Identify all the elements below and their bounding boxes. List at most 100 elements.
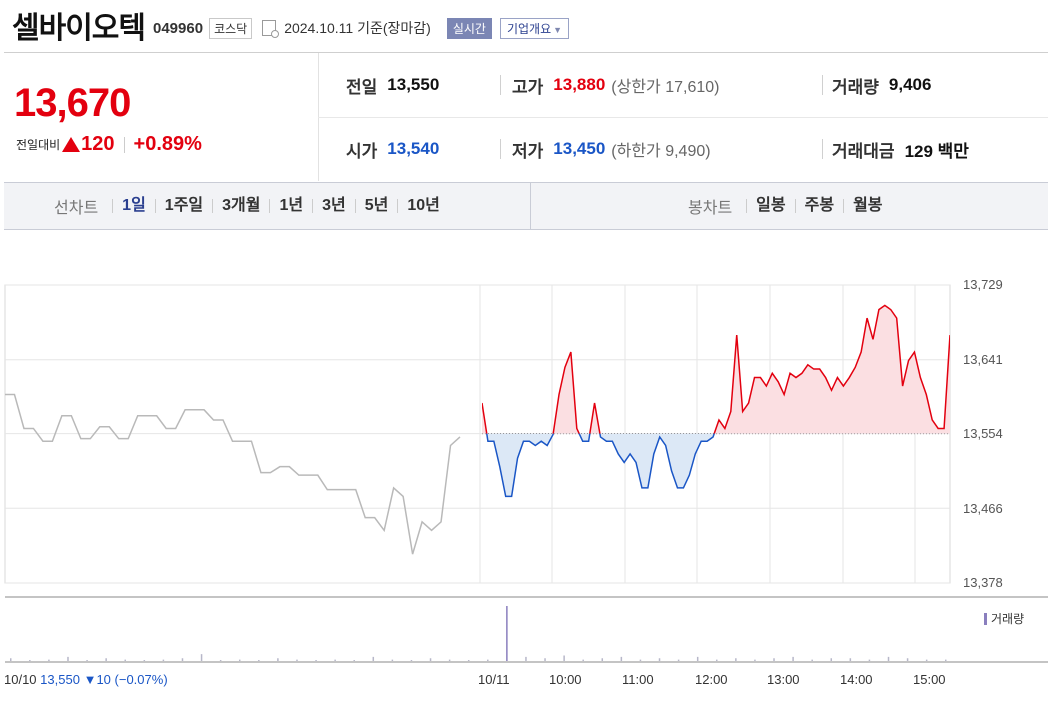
volume-bar [105,658,107,661]
volume-bar [181,658,184,661]
tab-10y[interactable]: 10년 [397,198,449,214]
stock-name: 셀바이오텍 [12,12,146,45]
y-tick-label: 13,641 [963,352,1003,367]
volume-bar [124,659,126,661]
price-chart-svg [4,284,1048,663]
realtime-button[interactable]: 실시간 [446,17,492,39]
volume-bar [10,658,12,661]
low-value: 13,450 [553,139,606,158]
volume-bar [238,659,241,661]
volume-bar [945,659,947,661]
amount-cell: 거래대금 129 백만 [832,117,969,181]
prev-day-change-pct: (−0.07%) [114,672,168,687]
up-triangle-icon [62,137,81,152]
prev-close-cell: 전일 13,550 [346,53,439,117]
volume-bar [143,660,146,661]
volume-bar [677,659,680,661]
company-overview-label: 기업개요 [506,21,552,36]
volume-bar [811,659,813,661]
volume-bar [735,658,737,661]
stock-header: 셀바이오텍 049960 코스닥 2024.10.11 기준(장마감) 실시간 … [12,8,570,45]
prev-day-change: 10 [96,672,111,687]
tab-monthly-candle[interactable]: 월봉 [843,198,891,214]
low-cell: 저가 13,450 (하한가 9,490) [512,117,711,181]
volume-bar [219,660,222,661]
volume-value: 9,406 [888,75,932,94]
volume-bar [429,658,432,661]
open-cell: 시가 13,540 [346,117,439,181]
volume-bar [658,658,661,661]
volume-bar [506,606,508,661]
volume-label: 거래량 [832,77,879,97]
volume-bar [391,659,394,661]
candle-chart-label: 봉차트 [688,200,733,217]
candle-chart-tabs: 봉차트 일봉 주봉 월봉 [688,183,892,229]
chevron-down-icon: ▼ [553,24,563,35]
volume-bar [334,659,336,661]
change-value: 120 [81,133,115,155]
low-label: 저가 [512,141,544,161]
y-tick-label: 13,378 [963,575,1003,590]
prev-day-close: 13,550 [40,672,80,687]
tab-5y[interactable]: 5년 [354,198,398,214]
volume-legend-label: 거래량 [991,612,1025,626]
volume-bar [86,660,88,661]
y-tick-label: 13,466 [963,501,1003,516]
volume-bar [925,659,928,661]
high-label: 고가 [512,77,544,97]
tab-1d[interactable]: 1일 [112,198,155,214]
volume-bar [544,658,546,661]
x-tick-label: 10:00 [549,672,582,687]
stock-code: 049960 [153,19,204,37]
x-tick-label: 11:00 [622,672,654,687]
volume-bar [773,658,775,661]
price-change: 전일대비 120 +0.89% [16,133,202,156]
amount-label: 거래대금 [832,141,895,161]
divider [822,139,823,159]
volume-bar [467,660,470,661]
high-cell: 고가 13,880 (상한가 17,610) [512,53,719,117]
volume-bar [487,659,489,661]
company-overview-button[interactable]: 기업개요 ▼ [499,17,570,39]
tab-1y[interactable]: 1년 [269,198,312,214]
volume-bar [67,656,69,661]
document-clock-icon [262,20,280,38]
tab-3m[interactable]: 3개월 [212,198,269,214]
change-percent: +0.89% [133,133,202,155]
volume-bar [372,656,375,661]
volume-bar [906,658,909,661]
volume-legend-marker [984,612,987,625]
divider [123,136,125,153]
divider [500,139,501,159]
line-chart-tabs: 선차트 1일 1주일 3개월 1년 3년 5년 10년 [54,183,449,229]
volume-bar [696,656,699,661]
y-tick-label: 13,729 [963,277,1003,292]
quote-date: 2024.10.11 기준(장마감) [284,20,431,36]
tab-1w[interactable]: 1주일 [154,198,212,214]
tab-3y[interactable]: 3년 [312,198,355,214]
prev-day-series-line [5,393,461,555]
tab-daily-candle[interactable]: 일봉 [746,198,794,214]
divider [822,75,823,95]
open-label: 시가 [346,141,378,161]
x-tick-label: 12:00 [695,672,728,687]
volume-bar [162,659,165,661]
tab-weekly-candle[interactable]: 주봉 [794,198,843,214]
open-value: 13,540 [387,139,440,158]
x-tick-label: 15:00 [913,672,946,687]
down-triangle-icon: ▼ [83,672,97,687]
volume-bar [620,656,623,661]
volume-bar [754,659,756,661]
market-badge: 코스닥 [209,17,253,39]
volume-bar [792,656,794,661]
volume-bar [830,658,833,661]
volume-bar [525,656,527,661]
x-tick-label: 13:00 [767,672,800,687]
current-price-area: 13,670 전일대비 120 +0.89% [4,53,319,181]
price-chart[interactable]: 13,729 13,641 13,554 13,466 13,378 거래량 1… [0,240,1048,722]
volume-bar [200,654,203,661]
volume-bar [258,660,260,661]
volume-bar [601,658,604,661]
volume-bar [639,659,642,661]
prev-close-value: 13,550 [387,75,440,94]
